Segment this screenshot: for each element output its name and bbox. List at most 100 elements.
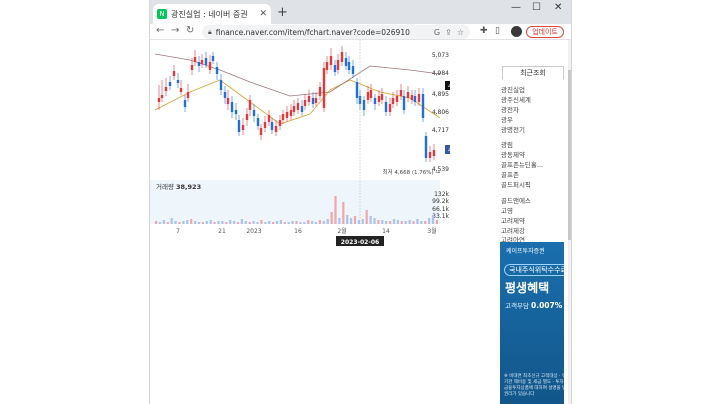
candle-body[interactable] (204, 58, 208, 65)
candle-body[interactable] (384, 102, 388, 112)
candle-body[interactable] (432, 150, 436, 156)
candle-body[interactable] (344, 58, 348, 66)
list-item[interactable]: 광우 (501, 116, 565, 126)
address-bar[interactable]: 🔒︎ finance.naver.com/item/fchart.naver?c… (202, 25, 470, 39)
candle-body[interactable] (230, 102, 234, 112)
candle-body[interactable] (318, 87, 322, 96)
candle-body[interactable] (417, 94, 421, 102)
list-item[interactable]: 광주신세계 (501, 96, 565, 106)
candle-body[interactable] (355, 82, 359, 98)
candle-body[interactable] (329, 56, 333, 65)
candle-body[interactable] (314, 98, 318, 103)
candle-body[interactable] (157, 98, 161, 102)
candle-body[interactable] (300, 106, 304, 112)
back-icon[interactable]: ← (156, 25, 164, 36)
candle-body[interactable] (307, 96, 311, 102)
candle-body[interactable] (211, 56, 215, 61)
candle-body[interactable] (278, 120, 282, 126)
candle-body[interactable] (380, 94, 384, 100)
url-text[interactable]: finance.naver.com/item/fchart.naver?code… (216, 28, 429, 37)
candle-body[interactable] (248, 100, 252, 110)
share-icon[interactable]: ⇪ (445, 28, 452, 37)
candle-body[interactable] (219, 80, 223, 90)
candle-body[interactable] (200, 60, 204, 64)
candle-body[interactable] (263, 122, 267, 128)
candle-body[interactable] (241, 125, 245, 130)
candle-body[interactable] (281, 114, 285, 120)
candle-body[interactable] (377, 96, 381, 102)
browser-tab[interactable]: N 광진실업 : 네이버 증권 ✕ (153, 4, 271, 24)
candle-body[interactable] (190, 65, 194, 70)
candle-body[interactable] (333, 65, 337, 72)
candle-body[interactable] (179, 88, 183, 92)
candle-body[interactable] (289, 110, 293, 116)
candle-body[interactable] (223, 92, 227, 98)
candle-body[interactable] (215, 67, 219, 74)
candle-body[interactable] (259, 128, 263, 135)
ad-banner[interactable]: 케이프투자증권 국내주식위탁수수료 평생혜택 고객부담 0.007% ※ 비대면… (500, 242, 564, 404)
candle-body[interactable] (164, 87, 168, 91)
candle-body[interactable] (252, 110, 256, 116)
candle-body[interactable] (226, 98, 230, 104)
reload-icon[interactable]: ↻ (186, 25, 194, 36)
candle-body[interactable] (421, 94, 425, 118)
candle-body[interactable] (270, 122, 274, 130)
candle-body[interactable] (340, 52, 344, 62)
candle-body[interactable] (428, 152, 432, 158)
candle-body[interactable] (369, 90, 373, 98)
candle-body[interactable] (402, 96, 406, 110)
candle-body[interactable] (413, 96, 417, 102)
candle-body[interactable] (303, 100, 307, 106)
candle-body[interactable] (388, 104, 392, 112)
candle-body[interactable] (274, 126, 278, 132)
candle-body[interactable] (296, 103, 300, 110)
candle-body[interactable] (366, 92, 370, 100)
candle-body[interactable] (208, 62, 212, 70)
candle-body[interactable] (172, 71, 176, 76)
list-item[interactable]: 광동제약 (501, 151, 565, 161)
candle-body[interactable] (391, 98, 395, 104)
candle-body[interactable] (325, 62, 329, 70)
candle-body[interactable] (351, 66, 355, 74)
tab-close-icon[interactable]: ✕ (259, 9, 267, 19)
candle-body[interactable] (311, 98, 315, 104)
candle-body[interactable] (193, 57, 197, 62)
forward-icon[interactable]: → (171, 25, 179, 36)
list-item[interactable]: 고영 (501, 207, 565, 217)
candle-body[interactable] (399, 90, 403, 96)
candlestick-chart[interactable]: 5,0734,9844,8954,8064,7174,5394,9364,635… (150, 40, 450, 252)
sidepanel-icon[interactable]: ▯ (495, 26, 500, 36)
new-tab-icon[interactable]: + (277, 5, 288, 20)
candle-body[interactable] (373, 98, 377, 104)
stock-chart[interactable]: 5,0734,9844,8954,8064,7174,5394,9364,635… (150, 40, 450, 252)
google-icon[interactable]: G (434, 28, 440, 37)
candle-body[interactable] (410, 95, 414, 100)
list-item[interactable]: 골프존뉴딘홀... (501, 161, 565, 171)
candle-body[interactable] (285, 112, 289, 118)
candle-body[interactable] (256, 118, 260, 126)
list-item[interactable]: 광명전기 (501, 126, 565, 136)
list-item[interactable]: 광진실업 (501, 86, 565, 96)
extensions-icon[interactable]: ✚ (480, 26, 488, 36)
profile-avatar[interactable] (511, 26, 522, 37)
candle-body[interactable] (362, 100, 366, 110)
minimize-icon[interactable]: — (511, 2, 521, 13)
candle-body[interactable] (237, 120, 241, 132)
update-button[interactable]: 업데이트 (526, 26, 564, 38)
list-item[interactable]: 광전자 (501, 106, 565, 116)
candle-body[interactable] (406, 92, 410, 98)
list-item[interactable]: 고려제강 (501, 227, 565, 237)
candle-body[interactable] (322, 68, 326, 108)
candle-body[interactable] (234, 110, 238, 114)
candle-body[interactable] (168, 82, 172, 86)
tab-recent-view[interactable]: 최근조회 (502, 66, 564, 80)
list-item[interactable]: 광림 (501, 141, 565, 151)
list-item[interactable]: 고려제약 (501, 217, 565, 227)
candle-body[interactable] (336, 60, 340, 70)
candle-body[interactable] (267, 115, 271, 122)
candle-body[interactable] (245, 114, 249, 120)
candle-body[interactable] (292, 106, 296, 112)
candle-body[interactable] (424, 136, 428, 158)
list-item[interactable]: 골드퍼시픽 (501, 181, 565, 191)
list-item[interactable]: 골프존 (501, 171, 565, 181)
